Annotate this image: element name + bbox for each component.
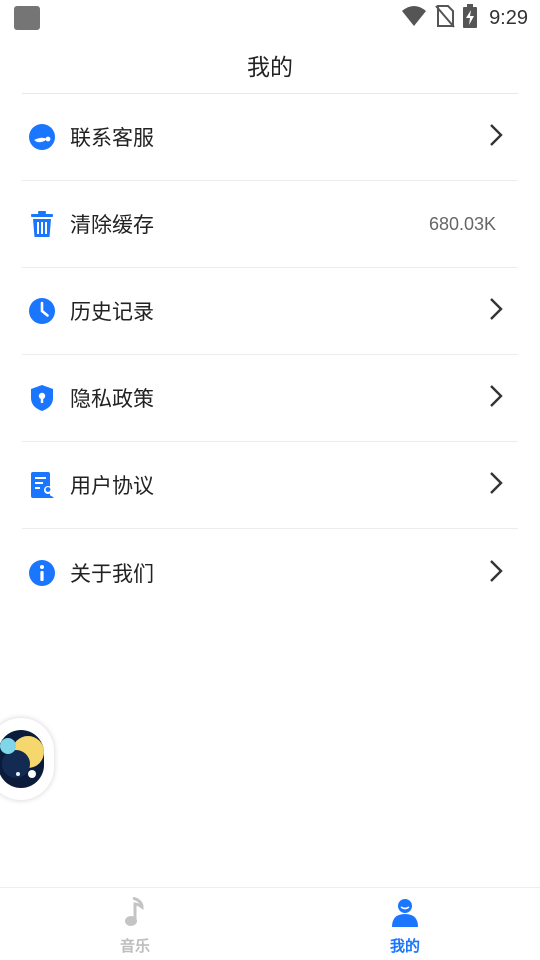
- album-cover-image: [0, 730, 44, 788]
- shield-lock-icon: [28, 384, 56, 412]
- music-note-icon: [124, 896, 146, 931]
- cache-size-value: 680.03K: [428, 213, 496, 234]
- menu-list: 联系客服 清除缓存 680.03K 历史记录 隐私政策 用户协议 关于我们: [22, 94, 518, 616]
- tab-mine[interactable]: 我的: [270, 888, 540, 960]
- menu-item-label: 用户协议: [70, 474, 154, 498]
- menu-item-right: 680.03K: [429, 181, 504, 267]
- menu-item-privacy-policy[interactable]: 隐私政策: [22, 355, 518, 442]
- menu-item-user-agreement[interactable]: 用户协议: [22, 442, 518, 529]
- trash-icon: [28, 210, 56, 238]
- menu-item-about-us[interactable]: 关于我们: [22, 529, 518, 616]
- customer-service-icon: [28, 123, 56, 151]
- info-icon: [28, 559, 56, 587]
- menu-item-right: [488, 268, 504, 354]
- chevron-right-icon: [488, 296, 504, 326]
- menu-item-clear-cache[interactable]: 清除缓存 680.03K: [22, 181, 518, 268]
- chevron-right-icon: [488, 558, 504, 588]
- agreement-document-icon: [28, 471, 56, 499]
- tab-music[interactable]: 音乐: [0, 888, 270, 960]
- clock-icon: [28, 297, 56, 325]
- status-bar: 9:29: [0, 0, 540, 36]
- menu-item-right: [488, 442, 504, 528]
- menu-item-label: 清除缓存: [70, 213, 154, 237]
- chevron-right-icon: [488, 122, 504, 152]
- menu-item-label: 隐私政策: [70, 387, 154, 411]
- floating-player-button[interactable]: [0, 718, 54, 800]
- menu-item-label: 历史记录: [70, 300, 154, 324]
- menu-item-label: 关于我们: [70, 561, 154, 586]
- battery-charging-icon: [463, 4, 478, 32]
- user-icon: [390, 897, 420, 931]
- no-sim-icon: [435, 4, 455, 32]
- tab-label: 我的: [389, 937, 420, 955]
- menu-item-label: 联系客服: [70, 126, 154, 150]
- page-title: 我的: [247, 55, 293, 81]
- tab-label: 音乐: [119, 937, 150, 955]
- chevron-right-icon: [488, 470, 504, 500]
- menu-item-history[interactable]: 历史记录: [22, 268, 518, 355]
- bottom-nav: 音乐 我的: [0, 887, 540, 960]
- chevron-right-icon: [488, 383, 504, 413]
- header: 我的: [0, 36, 540, 94]
- menu-item-right: [488, 529, 504, 616]
- wifi-icon: [401, 5, 427, 31]
- menu-item-right: [488, 94, 504, 180]
- app-notification-icon: [14, 6, 40, 30]
- menu-item-customer-service[interactable]: 联系客服: [22, 94, 518, 181]
- status-time: 9:29: [489, 6, 528, 29]
- menu-item-right: [488, 355, 504, 441]
- status-indicators: 9:29: [401, 4, 528, 32]
